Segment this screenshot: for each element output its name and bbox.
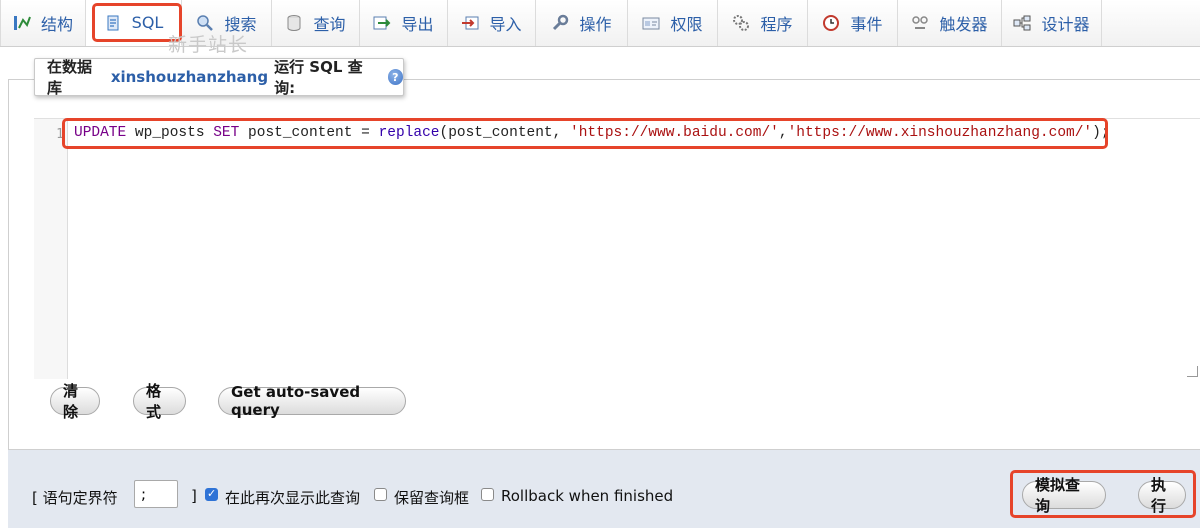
- keep-box-label: 保留查询框: [394, 489, 470, 507]
- show-again-checkbox[interactable]: [205, 487, 218, 501]
- code-token: post_content =: [239, 125, 379, 141]
- routines-icon: [732, 14, 750, 32]
- designer-icon: [1013, 14, 1031, 32]
- delimiter-close: ]: [191, 487, 197, 505]
- code-line[interactable]: UPDATE wp_posts SET post_content = repla…: [74, 125, 1110, 141]
- code-token: SET: [213, 125, 240, 141]
- import-icon: [461, 14, 479, 32]
- rollback-checkbox[interactable]: [481, 488, 494, 501]
- rollback-label: Rollback when finished: [501, 487, 674, 505]
- tab-query[interactable]: 查询: [272, 0, 360, 46]
- get-auto-saved-query-button[interactable]: Get auto-saved query: [218, 383, 406, 419]
- code-token: ,: [778, 125, 788, 141]
- code-token: replace: [378, 125, 440, 141]
- code-token: );: [1092, 125, 1110, 141]
- sql-query-legend: 在数据库 xinshouzhanzhang 运行 SQL 查询: ?: [34, 58, 404, 97]
- export-icon: [373, 14, 391, 32]
- tab-import[interactable]: 导入: [448, 0, 536, 46]
- delimiter-input[interactable]: [134, 480, 178, 508]
- query-footer: [ 语句定界符 ] 在此再次显示此查询 保留查询框 Rollback when …: [8, 449, 1200, 528]
- watermark: 新手站长: [168, 34, 249, 56]
- wrench-icon: [551, 14, 569, 32]
- triggers-icon: [911, 14, 929, 32]
- format-button[interactable]: 格式: [133, 382, 186, 421]
- execute-button[interactable]: 执行: [1138, 476, 1186, 515]
- code-token: 'https://www.baidu.com/': [570, 125, 779, 141]
- editor-gutter: 1: [34, 119, 68, 379]
- legend-prefix: 在数据库: [47, 58, 93, 97]
- resize-handle[interactable]: [1187, 366, 1198, 377]
- query-icon: [285, 14, 303, 32]
- help-icon[interactable]: ?: [387, 69, 403, 85]
- sql-editor[interactable]: 1 UPDATE wp_posts SET post_content = rep…: [34, 118, 1200, 379]
- code-token: 'https://www.xinshouzhanzhang.com/': [787, 125, 1093, 141]
- code-token: wp_posts: [126, 125, 214, 141]
- clock-icon: [822, 14, 840, 32]
- tab-structure[interactable]: 结构: [0, 0, 86, 46]
- keep-box-checkbox[interactable]: [374, 488, 387, 501]
- privileges-icon: [642, 14, 660, 32]
- clear-button[interactable]: 清除: [50, 382, 100, 421]
- legend-suffix: 运行 SQL 查询:: [274, 58, 363, 97]
- show-again-label: 在此再次显示此查询: [225, 489, 361, 507]
- tab-designer[interactable]: 设计器: [1002, 0, 1102, 46]
- tab-triggers[interactable]: 触发器: [898, 0, 1002, 46]
- structure-icon: [13, 14, 31, 32]
- tab-operations[interactable]: 操作: [536, 0, 628, 46]
- tab-events[interactable]: 事件: [808, 0, 898, 46]
- tab-export[interactable]: 导出: [360, 0, 448, 46]
- database-link[interactable]: xinshouzhanzhang: [111, 68, 268, 86]
- delimiter-label: [ 语句定界符: [32, 489, 118, 507]
- tab-routines[interactable]: 程序: [718, 0, 808, 46]
- tab-privileges[interactable]: 权限: [628, 0, 718, 46]
- code-token: UPDATE: [74, 125, 127, 141]
- simulate-query-button[interactable]: 模拟查询: [1022, 476, 1106, 515]
- code-token: (post_content,: [439, 125, 571, 141]
- sql-icon: [104, 14, 122, 32]
- line-number: 1: [56, 127, 64, 142]
